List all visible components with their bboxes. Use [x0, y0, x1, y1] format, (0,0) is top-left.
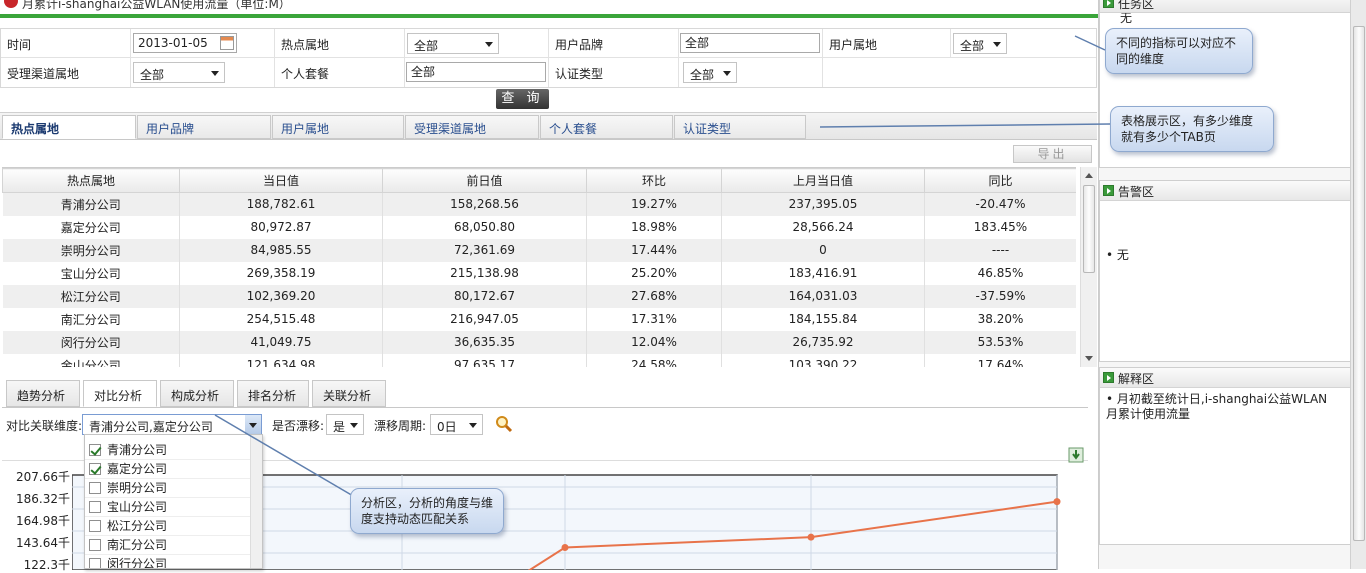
callout-table-area: 表格展示区，有多少维度就有多少个TAB页	[1110, 106, 1274, 152]
callout-analysis-area: 分析区，分析的角度与维度支持动态匹配关系	[350, 488, 504, 534]
callout-metric-dimension: 不同的指标可以对应不同的维度	[1105, 28, 1253, 74]
callout-pointers	[214, 35, 1111, 501]
